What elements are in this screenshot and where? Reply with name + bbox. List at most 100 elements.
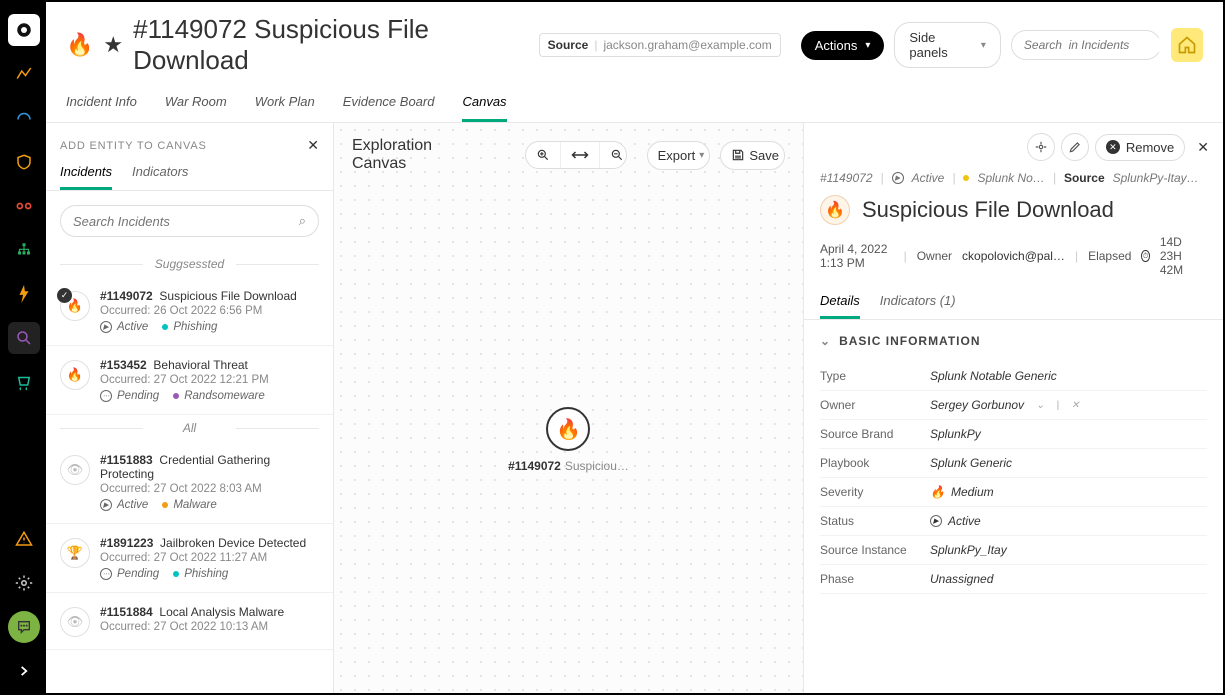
kv-key: Playbook [820,456,930,470]
close-icon[interactable]: ✕ [1197,139,1209,156]
incident-item[interactable]: ✓🔥 #1149072 Suspicious File Download Occ… [46,277,333,346]
header-search-input[interactable] [1024,38,1181,52]
header-search[interactable]: ⌕ [1011,30,1161,60]
kv-key: Source Instance [820,543,930,557]
canvas-toolbar: Exploration Canvas Export ▾ Save [334,123,803,187]
search-incidents-input[interactable] [73,214,299,229]
play-icon: ▶ [892,172,904,184]
canvas-body[interactable]: 🔥 #1149072Suspiciou… [334,187,803,693]
tab-war-room[interactable]: War Room [165,94,227,122]
details-panel: ✕Remove ✕ #1149072| ▶Active| Splunk No…|… [803,123,1223,693]
section-all-label: All [60,421,319,435]
tab-indicators[interactable]: Indicators [132,164,188,190]
tab-canvas[interactable]: Canvas [462,94,506,122]
incident-icon: ✓🔥 [60,291,90,321]
zoom-controls [525,141,627,169]
incident-list: ✓🔥 #1149072 Suspicious File Download Occ… [46,277,333,693]
kv-row: TypeSplunk Notable Generic [820,362,1207,391]
nav-item-8[interactable] [8,366,40,398]
kv-value: Unassigned [930,572,1207,586]
side-panels-button[interactable]: Side panels▾ [894,22,1001,68]
remove-button[interactable]: ✕Remove [1095,134,1185,161]
node-flame-icon: 🔥 [546,407,590,451]
incident-icon: 🔥 [60,360,90,390]
nav-chat-icon[interactable] [8,611,40,643]
canvas-node[interactable]: 🔥 #1149072Suspiciou… [508,407,629,473]
nav-item-1[interactable] [8,58,40,90]
home-button[interactable] [1171,28,1203,62]
remove-x-icon: ✕ [1106,140,1120,154]
details-toolbar: ✕Remove ✕ [804,123,1223,171]
kv-value: 🔥 Medium [930,485,1207,499]
actions-button[interactable]: Actions▾ [801,31,885,60]
incident-icon: 👁 [60,607,90,637]
kv-value: SplunkPy_Itay [930,543,1207,557]
incident-icon: 🏆 [60,538,90,568]
flame-icon: 🔥 [930,485,945,499]
nav-alert-icon[interactable] [8,523,40,555]
status-icon: ▶ [100,499,112,511]
kv-value[interactable]: Sergey Gorbunov ⌄|✕ [930,398,1207,412]
chevron-down-icon: ▾ [981,40,986,51]
play-icon: ▶ [930,515,942,527]
nav-item-6[interactable] [8,278,40,310]
tab-details[interactable]: Details [820,293,860,319]
panel-title: ADD ENTITY TO CANVAS [60,140,207,152]
incident-item[interactable]: 🔥 #153452 Behavioral Threat Occurred: 27… [46,346,333,415]
chevron-down-icon[interactable]: ⌄ [1036,400,1044,411]
close-icon[interactable]: ✕ [307,137,319,154]
canvas-area[interactable]: Exploration Canvas Export ▾ Save [334,123,803,693]
star-icon[interactable]: ★ [103,32,123,58]
fit-button[interactable] [560,142,599,168]
kv-key: Phase [820,572,930,586]
nav-item-3[interactable] [8,146,40,178]
kv-value: Splunk Notable Generic [930,369,1207,383]
tab-incident-info[interactable]: Incident Info [66,94,137,122]
nav-item-7[interactable] [8,322,40,354]
incident-item[interactable]: 👁 #1151884 Local Analysis Malware Occurr… [46,593,333,650]
nav-item-4[interactable] [8,190,40,222]
status-icon: ▶ [100,321,112,333]
canvas-title: Exploration Canvas [352,137,481,173]
kv-key: Status [820,514,930,528]
edit-button[interactable] [1061,133,1089,161]
app-logo[interactable] [8,14,40,46]
tab-incidents[interactable]: Incidents [60,164,112,190]
export-group: Export ▾ [647,141,711,170]
nav-item-2[interactable] [8,102,40,134]
tab-work-plan[interactable]: Work Plan [255,94,315,122]
details-title: Suspicious File Download [862,197,1114,223]
search-icon: ⌕ [299,213,306,229]
status-icon: ⋯ [100,568,112,580]
clear-icon[interactable]: ✕ [1071,400,1079,411]
flame-icon: 🔥 [820,195,850,225]
incident-item[interactable]: 👁 #1151883 Credential Gathering Protecti… [46,441,333,524]
kv-value: SplunkPy [930,427,1207,441]
chevron-down-icon: ⌄ [820,334,831,348]
page-title: #1149072 Suspicious File Download [133,14,529,76]
page-header: 🔥 ★ #1149072 Suspicious File Download So… [46,2,1223,80]
zoom-in-button[interactable] [526,142,560,168]
kv-row: PhaseUnassigned [820,565,1207,594]
tab-indicators[interactable]: Indicators (1) [880,293,956,319]
nav-expand-icon[interactable] [8,655,40,687]
export-button[interactable]: Export ▾ [648,142,711,169]
tab-evidence-board[interactable]: Evidence Board [343,94,435,122]
nav-settings-icon[interactable] [8,567,40,599]
kv-row: Source BrandSplunkPy [820,420,1207,449]
section-basic-info[interactable]: ⌄ BASIC INFORMATION [804,320,1223,362]
details-tabs: Details Indicators (1) [804,287,1223,320]
entity-panel: ADD ENTITY TO CANVAS ✕ Incidents Indicat… [46,123,334,693]
kv-key: Source Brand [820,427,930,441]
details-meta-row: #1149072| ▶Active| Splunk No…| SourceSpl… [804,171,1223,185]
kv-row: Severity🔥 Medium [820,478,1207,507]
nav-item-5[interactable] [8,234,40,266]
kv-row: Source InstanceSplunkPy_Itay [820,536,1207,565]
incident-item[interactable]: 🏆 #1891223 Jailbroken Device Detected Oc… [46,524,333,593]
search-incidents-box[interactable]: ⌕ [60,205,319,237]
target-button[interactable] [1027,133,1055,161]
zoom-out-button[interactable] [599,142,627,168]
save-button[interactable]: Save [721,142,785,169]
incident-icon: 👁 [60,455,90,485]
kv-key: Type [820,369,930,383]
